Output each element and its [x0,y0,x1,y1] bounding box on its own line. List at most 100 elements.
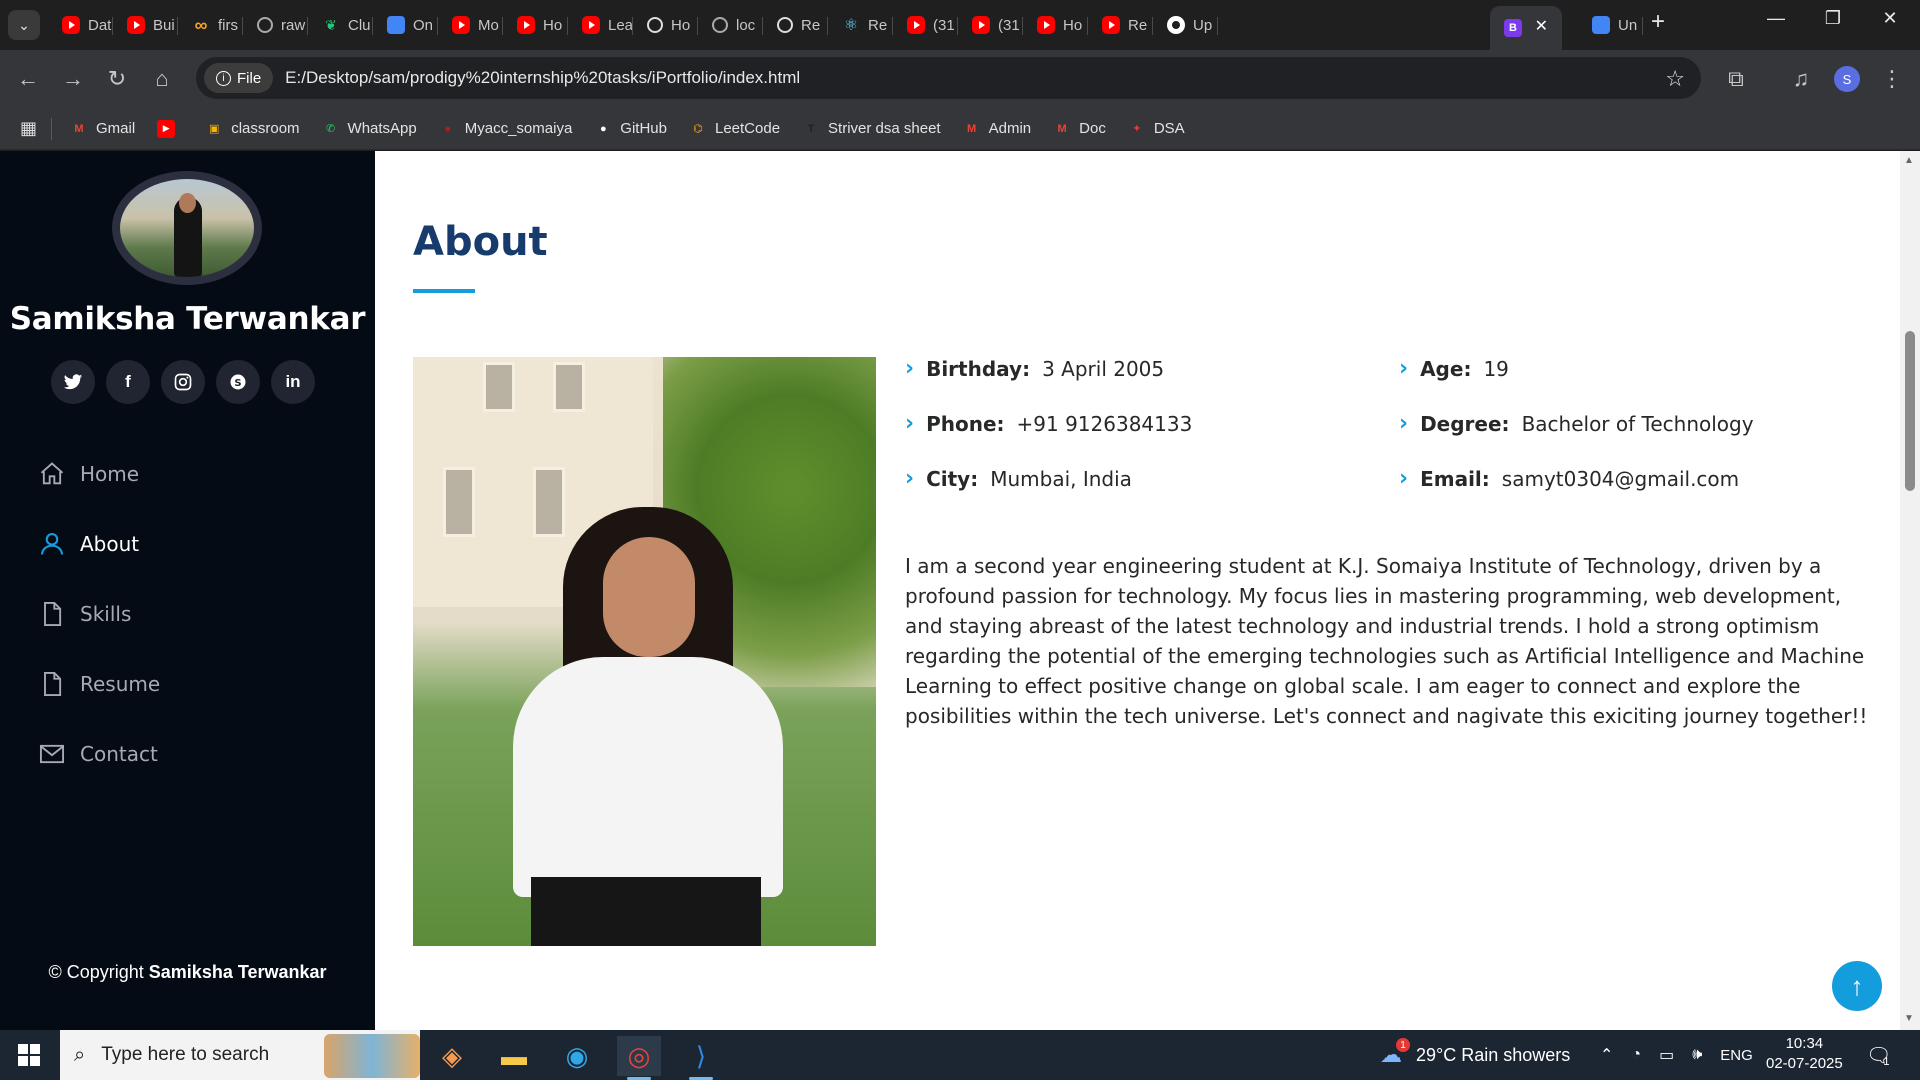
doc-icon [387,16,405,34]
bookmark-item[interactable]: ⌬ LeetCode [689,120,780,138]
system-tray: ⌃ ◔ ▭ 🕪 ENG [1600,1030,1753,1080]
url-text[interactable]: E:/Desktop/sam/prodigy%20internship%20ta… [285,68,800,88]
bookmark-item[interactable]: ✆ WhatsApp [322,120,417,138]
home-icon[interactable]: ⌂ [146,63,178,95]
nav-home[interactable]: Home [38,439,160,509]
youtube-icon [972,16,990,34]
browser-tab[interactable]: ❦ Clu [308,6,373,44]
skype-icon[interactable]: S [216,360,260,404]
browser-tab[interactable]: Up [1153,6,1218,44]
browser-tab[interactable]: Mo [438,6,503,44]
menu-icon[interactable]: ⋮ [1876,63,1908,95]
youtube-icon [127,16,145,34]
clock[interactable]: 10:34 02-07-2025 [1766,1034,1843,1074]
browser-tab[interactable]: Re [1088,6,1153,44]
restore-button[interactable]: ❐ [1813,8,1853,29]
browser-tab[interactable]: On [373,6,438,44]
scroll-down-icon[interactable]: ▼ [1904,1013,1914,1024]
weather-widget[interactable]: ☁ 1 29°C Rain showers [1380,1030,1570,1080]
chip-label: File [237,69,262,87]
tab-label: Up [1193,16,1213,34]
taskbar-search[interactable]: ⌕ Type here to search [60,1030,420,1080]
bookmark-item[interactable]: T Striver dsa sheet [802,120,941,138]
back-to-top-button[interactable]: ↑ [1832,961,1882,1011]
linkedin-icon[interactable]: in [271,360,315,404]
chrome-icon[interactable]: ◎ [617,1036,661,1080]
bookmark-item[interactable]: M Admin [963,120,1031,138]
browser-tab[interactable]: (31 [958,6,1023,44]
notifications-icon[interactable]: 🗨 1 [1866,1030,1891,1080]
browser-tab[interactable]: loc [698,6,763,44]
bookmark-item[interactable]: M Gmail [70,120,135,138]
new-tab-button[interactable]: + [1651,8,1665,36]
section-title: About [413,219,548,265]
extensions-icon[interactable]: ⧉ [1720,63,1752,95]
fact-label: Birthday: [926,356,1031,381]
bookmark-item[interactable]: ▣ classroom [205,120,300,138]
profile-avatar[interactable]: S [1834,66,1860,92]
browser-tab[interactable]: Ho [503,6,568,44]
notification-count: 1 [1883,1056,1890,1068]
reload-icon[interactable]: ↻ [101,63,133,95]
browser-tab[interactable]: Bui [113,6,178,44]
windows-start-icon[interactable] [18,1044,40,1066]
photo-window [443,467,475,537]
browser-tab[interactable]: Dat [48,6,113,44]
bookmark-item[interactable]: M Doc [1053,120,1106,138]
minimize-button[interactable]: — [1756,8,1796,29]
bookmark-divider [51,117,53,140]
close-tab-icon[interactable]: ✕ [1535,16,1548,36]
browser-tab[interactable]: B ✕ [1490,6,1562,50]
address-bar[interactable]: i File E:/Desktop/sam/prodigy%20internsh… [196,57,1701,99]
bookmark-star-icon[interactable]: ☆ [1665,66,1685,92]
browser-tab[interactable]: (31 [893,6,958,44]
globe-icon [257,17,273,33]
bookmark-item[interactable]: ▶ [157,119,183,138]
browser-tab[interactable]: ⚛ Re [828,6,893,44]
twitter-icon[interactable] [51,360,95,404]
avatar-face [179,193,196,213]
nav-label: Home [80,462,140,486]
medal-icon: ✦ [1132,123,1142,135]
media-control-icon[interactable]: ♫ [1785,63,1817,95]
scroll-thumb[interactable] [1905,331,1915,491]
battery-icon[interactable]: ▭ [1659,1045,1674,1065]
nav-about[interactable]: About [38,509,160,579]
close-window-button[interactable]: ✕ [1870,8,1910,29]
apps-grid-icon[interactable]: ▦ [20,118,37,139]
browser-tab[interactable]: Ho [633,6,698,44]
react-icon: ⚛ [843,17,859,34]
speaker-icon[interactable]: 🕪 [1692,1046,1702,1064]
bookmark-item[interactable]: ● GitHub [594,120,667,138]
copilot-icon[interactable]: ◈ [430,1036,474,1076]
forward-icon[interactable]: → [57,63,89,95]
file-explorer-icon[interactable]: ▬ [492,1036,536,1076]
bookmark-item[interactable]: ● Myacc_somaiya [439,120,572,138]
facebook-icon[interactable]: f [106,360,150,404]
site-info-chip[interactable]: i File [204,63,274,93]
network-icon[interactable]: ◔ [1631,1046,1641,1064]
nav-skills[interactable]: Skills [38,579,160,649]
instagram-icon[interactable] [161,360,205,404]
youtube-icon [452,16,470,34]
browser-tab[interactable]: Lea [568,6,633,44]
vscode-icon[interactable]: ⟩ [679,1036,723,1080]
infinity-icon: ∞ [194,14,208,35]
browser-tab[interactable]: Ho [1023,6,1088,44]
browser-tab[interactable]: Re [763,6,828,44]
page-scrollbar[interactable]: ▲ ▼ [1900,151,1920,1030]
scroll-up-icon[interactable]: ▲ [1904,155,1914,166]
nav-resume[interactable]: Resume [38,649,160,719]
edge-icon[interactable]: ◉ [555,1036,599,1076]
photo-window [533,467,565,537]
back-icon[interactable]: ← [12,63,44,95]
browser-tab[interactable]: raw [243,6,308,44]
bookmark-item[interactable]: ✦ DSA [1128,120,1184,138]
nav-contact[interactable]: Contact [38,719,160,789]
browser-tab[interactable]: Un [1578,6,1643,44]
language-indicator[interactable]: ENG [1720,1047,1753,1064]
fact-value: +91 9126384133 [1016,411,1193,436]
tab-search-button[interactable]: ⌄ [8,10,40,40]
chevron-up-icon[interactable]: ⌃ [1600,1045,1613,1065]
browser-tab[interactable]: ∞ firs [178,6,243,44]
